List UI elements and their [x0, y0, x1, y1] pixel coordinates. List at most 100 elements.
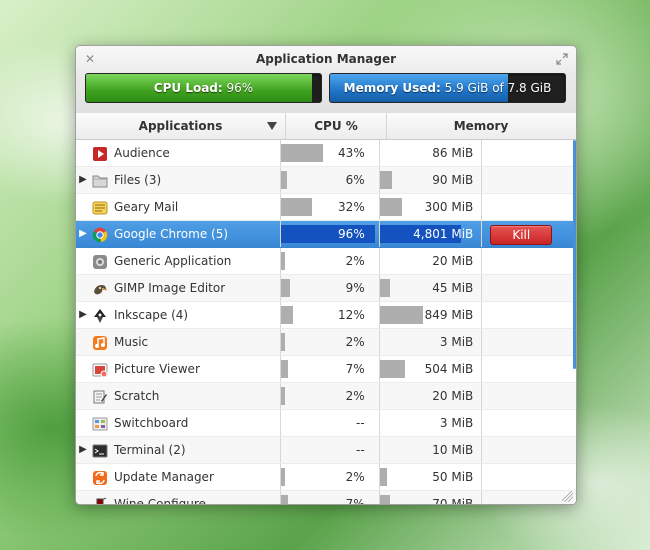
application-row[interactable]: ▶ Inkscape (4) 12% 849 MiB — [76, 302, 576, 329]
expand-arrow-icon[interactable]: ▶ — [76, 221, 90, 247]
memory-cell: 50 MiB — [378, 464, 482, 490]
generic-application-icon — [92, 253, 108, 269]
memory-cell: 3 MiB — [378, 329, 482, 355]
cpu-column-header[interactable]: CPU % — [286, 113, 387, 139]
cpu-usage-bar — [281, 144, 324, 162]
application-row[interactable]: ▶ Files (3) 6% 90 MiB — [76, 167, 576, 194]
kill-button[interactable]: Kill — [490, 225, 553, 245]
music-icon — [92, 334, 108, 350]
cpu-cell: 6% — [280, 167, 379, 193]
cpu-value: -- — [356, 416, 365, 430]
memory-cell: 849 MiB — [378, 302, 482, 328]
application-row[interactable]: ▶Audience 43% 86 MiB — [76, 140, 576, 167]
cpu-cell: -- — [280, 437, 379, 463]
vertical-scrollbar[interactable] — [573, 140, 576, 369]
expand-arrow-icon[interactable]: ▶ — [76, 302, 90, 328]
memory-cell: 90 MiB — [378, 167, 482, 193]
cpu-cell: 32% — [280, 194, 379, 220]
memory-cell: 300 MiB — [378, 194, 482, 220]
memory-value: 849 MiB — [424, 308, 474, 322]
memory-column-header[interactable]: Memory — [387, 113, 575, 139]
kill-cell — [481, 329, 576, 355]
application-row[interactable]: ▶Scratch 2% 20 MiB — [76, 383, 576, 410]
application-cell: ▶ Inkscape (4) — [76, 302, 280, 328]
application-cell: ▶GIMP Image Editor — [76, 275, 280, 301]
application-name: Scratch — [114, 389, 160, 403]
cpu-cell: 9% — [280, 275, 379, 301]
memory-usage-bar — [379, 495, 390, 504]
application-manager-window: ✕ Application Manager CPU Load: 96% Memo… — [75, 45, 577, 505]
application-name: Picture Viewer — [114, 362, 200, 376]
application-cell: ▶Picture Viewer — [76, 356, 280, 382]
application-row[interactable]: ▶Geary Mail 32% 300 MiB — [76, 194, 576, 221]
kill-cell: Kill — [481, 221, 576, 247]
memory-cell: 86 MiB — [378, 140, 482, 166]
google-chrome-icon — [92, 226, 108, 243]
cpu-load-label: CPU Load: — [153, 81, 223, 95]
application-cell: ▶ Files (3) — [76, 167, 280, 193]
application-row[interactable]: ▶Picture Viewer 7% 504 MiB — [76, 356, 576, 383]
inkscape-icon — [92, 307, 108, 323]
application-name: Update Manager — [114, 470, 214, 484]
application-row[interactable]: ▶GIMP Image Editor 9% 45 MiB — [76, 275, 576, 302]
memory-used-value: 5.9 GiB of 7.8 GiB — [444, 81, 552, 95]
cpu-cell: 43% — [280, 140, 379, 166]
memory-cell: 504 MiB — [378, 356, 482, 382]
picture-viewer-icon — [92, 361, 108, 378]
application-name: GIMP Image Editor — [114, 281, 226, 295]
cpu-cell: 2% — [280, 464, 379, 490]
cpu-value: 32% — [338, 200, 365, 214]
cpu-cell: -- — [280, 410, 379, 436]
table-header: Applications CPU % Memory — [76, 113, 576, 140]
cpu-cell: 12% — [280, 302, 379, 328]
application-row[interactable]: ▶ Google Chrome (5) 96% 4,801 MiB Kill — [76, 221, 576, 248]
application-row[interactable]: ▶Switchboard -- 3 MiB — [76, 410, 576, 437]
kill-cell — [481, 464, 576, 490]
cpu-load-gauge: CPU Load: 96% — [85, 73, 322, 103]
expand-arrow-icon[interactable]: ▶ — [76, 167, 90, 193]
application-rows: ▶Audience43%86 MiB▶Files (3)6%90 MiB▶Gea… — [76, 140, 576, 505]
application-row[interactable]: ▶Generic Application 2% 20 MiB — [76, 248, 576, 275]
application-cell: ▶Audience — [76, 140, 280, 166]
cpu-value: 2% — [345, 254, 365, 268]
cpu-value: 2% — [345, 470, 365, 484]
application-row[interactable]: ▶Update Manager 2% 50 MiB — [76, 464, 576, 491]
resource-gauges: CPU Load: 96% Memory Used: 5.9 GiB of 7.… — [76, 71, 576, 114]
close-icon[interactable]: ✕ — [84, 53, 96, 65]
application-row[interactable]: ▶ Terminal (2) -- 10 MiB — [76, 437, 576, 464]
application-name: Geary Mail — [114, 200, 179, 214]
update-manager-icon — [92, 469, 108, 485]
window-title: Application Manager — [255, 52, 397, 66]
wine-configure-icon — [92, 496, 108, 504]
gimp-icon — [92, 280, 108, 296]
application-row[interactable]: ▶Wine Configure 7% 70 MiB — [76, 491, 576, 505]
cpu-usage-bar — [281, 198, 313, 216]
memory-value: 4,801 MiB — [413, 227, 474, 241]
applications-column-header[interactable]: Applications — [76, 113, 286, 139]
memory-usage-bar — [379, 198, 403, 216]
geary-mail-icon — [92, 199, 108, 215]
cpu-usage-bar — [281, 279, 290, 297]
kill-cell — [481, 410, 576, 436]
resize-grip[interactable] — [562, 491, 573, 502]
memory-cell: 20 MiB — [378, 248, 482, 274]
kill-cell — [481, 248, 576, 274]
cpu-load-text: CPU Load: 96% — [86, 74, 321, 102]
kill-cell — [481, 437, 576, 463]
memory-cell: 45 MiB — [378, 275, 482, 301]
application-name: Audience — [114, 146, 170, 160]
expand-arrow-icon[interactable]: ▶ — [76, 437, 90, 463]
cpu-load-value: 96% — [226, 81, 254, 95]
cpu-cell: 2% — [280, 248, 379, 274]
cpu-usage-bar — [281, 360, 288, 378]
memory-value: 20 MiB — [432, 254, 474, 268]
application-name: Wine Configure — [114, 497, 206, 505]
audience-icon — [92, 145, 108, 161]
memory-value: 300 MiB — [424, 200, 474, 214]
application-row[interactable]: ▶Music 2% 3 MiB — [76, 329, 576, 356]
memory-usage-bar — [379, 279, 390, 297]
memory-cell: 10 MiB — [378, 437, 482, 463]
maximize-icon[interactable] — [556, 53, 568, 65]
memory-value: 90 MiB — [432, 173, 474, 187]
memory-cell: 20 MiB — [378, 383, 482, 409]
